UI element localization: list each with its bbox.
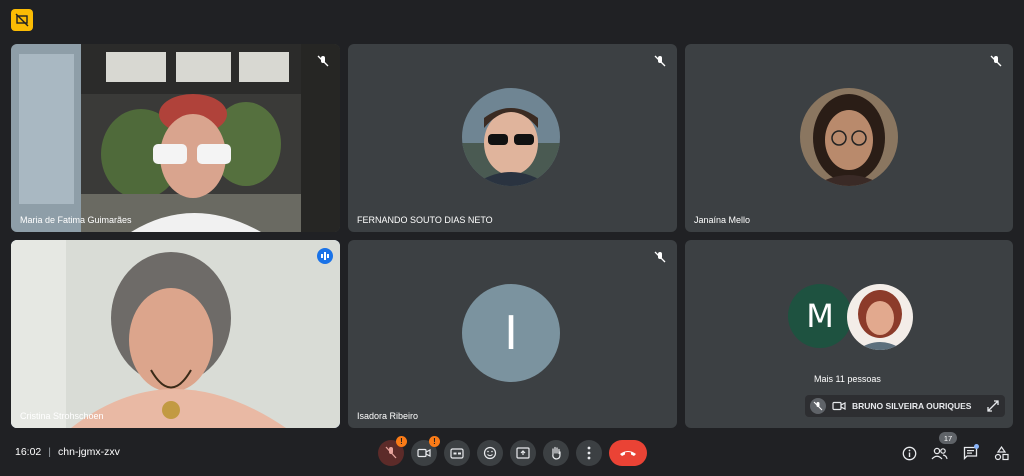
expand-icon[interactable]	[987, 400, 999, 412]
participant-tile-janaina[interactable]: Janaína Mello	[685, 44, 1013, 232]
mic-off-icon	[316, 54, 330, 68]
avatar: M	[788, 284, 852, 348]
activities-icon	[994, 445, 1009, 460]
participant-name: Janaína Mello	[694, 215, 751, 225]
participant-tile-maria[interactable]: Maria de Fatima Guimarães	[11, 44, 340, 232]
participant-tile-cristina[interactable]: Cristina Strohschoen	[11, 240, 340, 428]
present-icon	[516, 447, 530, 459]
avatar	[847, 284, 913, 350]
participants-button[interactable]	[929, 443, 949, 463]
more-vert-icon	[587, 446, 591, 460]
pinned-participant-name: BRUNO SILVEIRA OURIQUES	[852, 401, 972, 411]
avatar: I	[462, 284, 560, 382]
avatar-letter: I	[504, 306, 518, 360]
captions-icon	[450, 447, 464, 459]
separator: |	[48, 446, 52, 458]
video-feed	[11, 240, 340, 428]
people-icon	[931, 447, 948, 459]
participant-name: Maria de Fatima Guimarães	[20, 215, 132, 225]
mic-off-icon	[653, 250, 667, 264]
video-feed	[11, 44, 340, 232]
warning-icon: !	[396, 436, 407, 447]
mic-toggle-button[interactable]: !	[378, 436, 407, 466]
avatar	[462, 88, 560, 186]
mic-off-icon	[385, 446, 397, 459]
camera-icon	[417, 448, 431, 458]
speaking-indicator-icon	[317, 248, 333, 264]
mic-off-icon	[653, 54, 667, 68]
emoji-button[interactable]	[477, 440, 503, 466]
meeting-info: 16:02 | chn-jgmx-zxv	[15, 446, 120, 458]
mic-off-icon	[810, 398, 826, 414]
participant-tile-fernando[interactable]: FERNANDO SOUTO DIAS NETO	[348, 44, 677, 232]
meeting-time: 16:02	[15, 446, 42, 458]
mic-off-icon	[989, 54, 1003, 68]
activities-button[interactable]	[991, 443, 1011, 463]
meeting-details-button[interactable]	[899, 443, 919, 463]
participant-name: Cristina Strohschoen	[20, 411, 104, 421]
chat-button[interactable]	[960, 443, 980, 463]
raise-hand-button[interactable]	[543, 440, 569, 466]
more-people-label: Mais 11 pessoas	[814, 374, 881, 384]
captions-button[interactable]	[444, 440, 470, 466]
warning-icon: !	[429, 436, 440, 447]
camera-off-icon	[832, 401, 846, 411]
present-screen-button[interactable]	[510, 440, 536, 466]
avatar-letter: M	[806, 297, 834, 335]
info-icon	[902, 446, 916, 460]
presentation-off-icon[interactable]	[11, 9, 33, 31]
unread-dot	[974, 444, 979, 449]
camera-toggle-button[interactable]: !	[411, 436, 440, 466]
participant-name: FERNANDO SOUTO DIAS NETO	[357, 215, 493, 225]
participant-tile-isadora[interactable]: I Isadora Ribeiro	[348, 240, 677, 428]
avatar	[800, 88, 898, 186]
phone-hangup-icon	[620, 451, 636, 456]
hand-icon	[552, 446, 561, 460]
pinned-participant-bar[interactable]: BRUNO SILVEIRA OURIQUES	[805, 395, 1005, 417]
emoji-icon	[483, 446, 497, 460]
participant-name: Isadora Ribeiro	[357, 411, 419, 421]
more-options-button[interactable]	[576, 440, 602, 466]
end-call-button[interactable]	[609, 440, 647, 466]
meeting-code[interactable]: chn-jgmx-zxv	[58, 446, 120, 458]
